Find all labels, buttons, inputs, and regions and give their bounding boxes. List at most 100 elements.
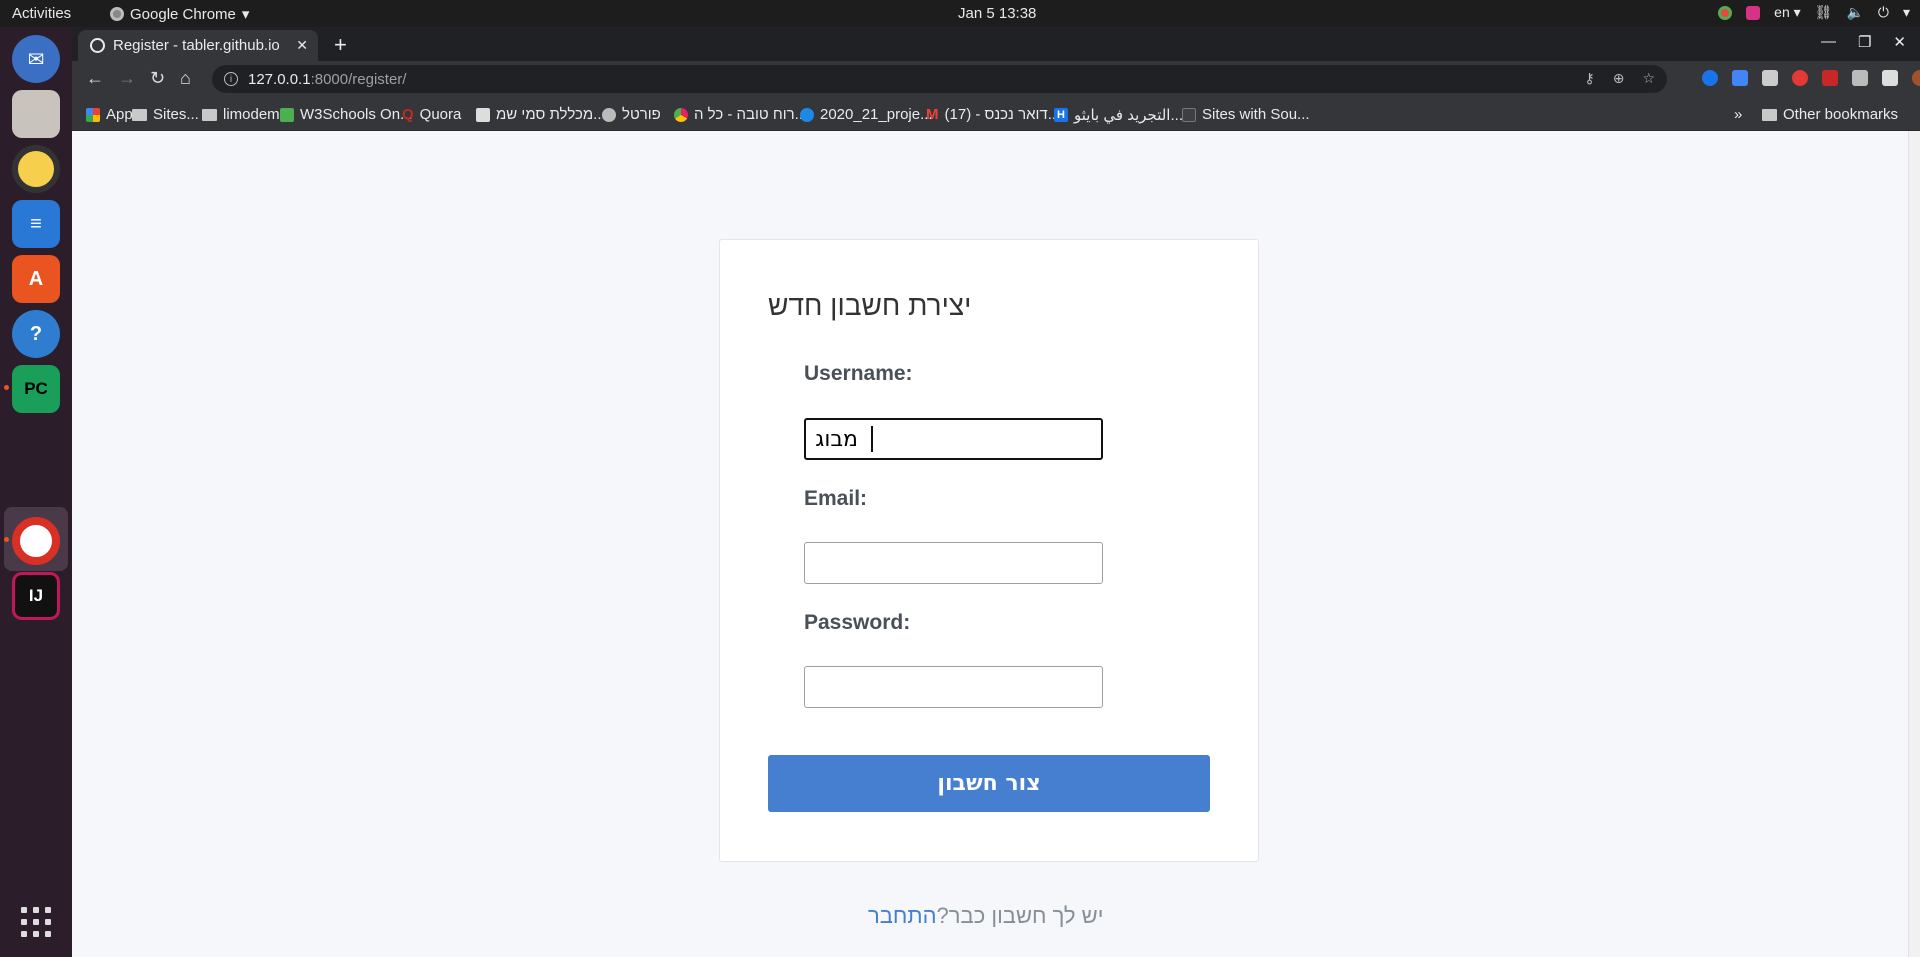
app-menu[interactable]: Google Chrome ▾ xyxy=(110,5,249,23)
create-account-button[interactable]: צור חשבון xyxy=(768,755,1210,812)
home-button[interactable]: ⌂ xyxy=(180,68,191,89)
bookmark-sce[interactable]: מכללת סמי שמ... xyxy=(476,106,606,123)
bookmark-w3schools[interactable]: W3Schools On... xyxy=(280,106,413,123)
thunderbird-icon[interactable]: ✉ xyxy=(12,35,60,83)
url-host: 127.0.0.1 xyxy=(248,70,311,88)
writer-icon[interactable]: ≡ xyxy=(12,200,60,248)
rhythmbox-icon[interactable] xyxy=(12,145,60,193)
window-controls: — ❐ ✕ xyxy=(1821,33,1906,51)
globe-icon xyxy=(602,107,616,122)
app-tray-icon[interactable] xyxy=(1746,5,1761,20)
volume-icon[interactable]: 🔈 xyxy=(1846,4,1863,21)
username-label: Username: xyxy=(804,362,913,385)
new-tab-button[interactable]: + xyxy=(334,32,347,58)
adblock-icon[interactable] xyxy=(1792,70,1808,86)
login-prompt: יש לך חשבון כבר?התחבר xyxy=(868,903,1103,929)
bookmark-ruach[interactable]: רוח טובה - כל ה... xyxy=(674,106,807,123)
software-center-icon[interactable]: A xyxy=(12,255,60,303)
w3schools-icon xyxy=(280,107,294,122)
forward-button[interactable]: → xyxy=(118,68,136,89)
register-card: יצירת חשבון חדש Username: Email: Passwor… xyxy=(719,239,1259,862)
password-input[interactable] xyxy=(804,666,1103,708)
dock: ✉ ≡ A ? PC IJ xyxy=(0,27,72,957)
system-top-bar: Activities Google Chrome ▾ Jan 5 13:38 e… xyxy=(0,0,1920,27)
star-icon[interactable]: ☆ xyxy=(1642,70,1655,87)
intellij-icon[interactable]: IJ xyxy=(12,572,60,620)
bookmark-arabic[interactable]: H التجريد في بايثو... xyxy=(1054,106,1183,124)
folder-icon xyxy=(1762,108,1777,121)
system-tray: en ▾ ⛓ 🔈 ⏻ ▾ xyxy=(1718,4,1910,21)
network-icon[interactable]: ⛓ xyxy=(1815,4,1833,21)
chrome-icon xyxy=(110,7,124,21)
check-icon xyxy=(800,107,814,122)
help-icon[interactable]: ? xyxy=(12,310,60,358)
zoom-icon[interactable]: ⊕ xyxy=(1613,70,1625,87)
minimize-button[interactable]: — xyxy=(1821,33,1836,51)
language-indicator[interactable]: en ▾ xyxy=(1774,4,1801,21)
tab-strip: Register - tabler.github.io ✕ + — ❐ ✕ xyxy=(72,27,1920,61)
key-icon[interactable]: ⚷ xyxy=(1584,70,1594,87)
puzzle-icon[interactable] xyxy=(1882,70,1898,86)
tab-register[interactable]: Register - tabler.github.io ✕ xyxy=(78,30,318,61)
ruach-icon xyxy=(674,107,688,122)
back-button[interactable]: ← xyxy=(86,68,104,89)
username-input[interactable] xyxy=(804,418,1103,460)
translate-icon[interactable] xyxy=(1732,70,1748,86)
files-icon[interactable] xyxy=(12,90,60,138)
clock[interactable]: Jan 5 13:38 xyxy=(958,5,1036,22)
address-bar[interactable]: i 127.0.0.1:8000/register/ ⚷ ⊕ ☆ xyxy=(212,65,1667,93)
sce-icon xyxy=(476,107,490,122)
folder-icon xyxy=(132,108,147,121)
email-input[interactable] xyxy=(804,542,1103,584)
tab-title: Register - tabler.github.io xyxy=(113,37,280,54)
login-link[interactable]: התחבר xyxy=(868,903,937,928)
email-label: Email: xyxy=(804,487,868,510)
chrome-tray-icon[interactable] xyxy=(1718,5,1733,20)
extension-icon[interactable] xyxy=(1762,70,1778,86)
login-prompt-text: יש לך חשבון כבר? xyxy=(936,903,1104,928)
quora-icon: Q xyxy=(402,106,414,123)
running-indicator xyxy=(4,385,9,390)
bookmarks-overflow[interactable]: » xyxy=(1734,106,1742,123)
site-info-icon[interactable]: i xyxy=(224,72,238,86)
app-name: Google Chrome xyxy=(130,5,236,23)
password-label: Password: xyxy=(804,611,911,634)
folder-icon xyxy=(202,108,217,121)
bookmark-portal[interactable]: פורטל xyxy=(602,106,661,123)
extension-icon[interactable] xyxy=(1702,70,1718,86)
activities-button[interactable]: Activities xyxy=(12,5,71,22)
globe-icon xyxy=(90,38,105,53)
extension-icon[interactable] xyxy=(1822,70,1838,86)
page-viewport: יצירת חשבון חדש Username: Email: Passwor… xyxy=(72,131,1908,957)
chevron-down-icon: ▾ xyxy=(241,6,250,23)
bookmark-limodem[interactable]: limodem xyxy=(202,106,280,123)
close-window-button[interactable]: ✕ xyxy=(1893,33,1906,51)
camera-icon[interactable] xyxy=(1852,70,1868,86)
bookmark-gmail[interactable]: Mדואר נכנס - (17)... xyxy=(926,106,1060,123)
profile-avatar[interactable] xyxy=(1912,70,1920,86)
bookmark-quora[interactable]: Q Quora xyxy=(402,106,461,123)
gmail-icon: M xyxy=(926,106,939,123)
chevron-down-icon[interactable]: ▾ xyxy=(1903,4,1910,21)
sites-icon xyxy=(1182,107,1196,122)
running-indicator xyxy=(4,537,9,542)
page-title: יצירת חשבון חדש xyxy=(768,290,972,321)
close-tab-icon[interactable]: ✕ xyxy=(296,37,308,54)
browser-toolbar: ← → ↻ ⌂ i 127.0.0.1:8000/register/ ⚷ ⊕ ☆… xyxy=(72,61,1920,97)
pycharm-icon[interactable]: PC xyxy=(12,365,60,413)
power-icon[interactable]: ⏻ xyxy=(1878,4,1889,21)
bookmark-project[interactable]: 2020_21_proje... xyxy=(800,106,933,123)
bookmark-sites[interactable]: Sites... xyxy=(132,106,199,123)
bookmark-sites-with-source[interactable]: Sites with Sou... xyxy=(1182,106,1310,123)
extensions-area: ⋮ xyxy=(1702,70,1920,86)
chrome-icon[interactable] xyxy=(12,517,60,565)
apps-grid-icon xyxy=(86,107,100,122)
bookmarks-bar: Apps Sites... limodem W3Schools On... QQ… xyxy=(72,97,1920,131)
maximize-button[interactable]: ❐ xyxy=(1858,33,1871,51)
page-scrollbar[interactable] xyxy=(1908,131,1920,957)
reload-button[interactable]: ↻ xyxy=(150,68,165,89)
show-applications-icon[interactable] xyxy=(21,907,51,937)
text-caret xyxy=(871,426,873,452)
other-bookmarks[interactable]: Other bookmarks xyxy=(1762,106,1898,123)
h-icon: H xyxy=(1054,108,1068,122)
